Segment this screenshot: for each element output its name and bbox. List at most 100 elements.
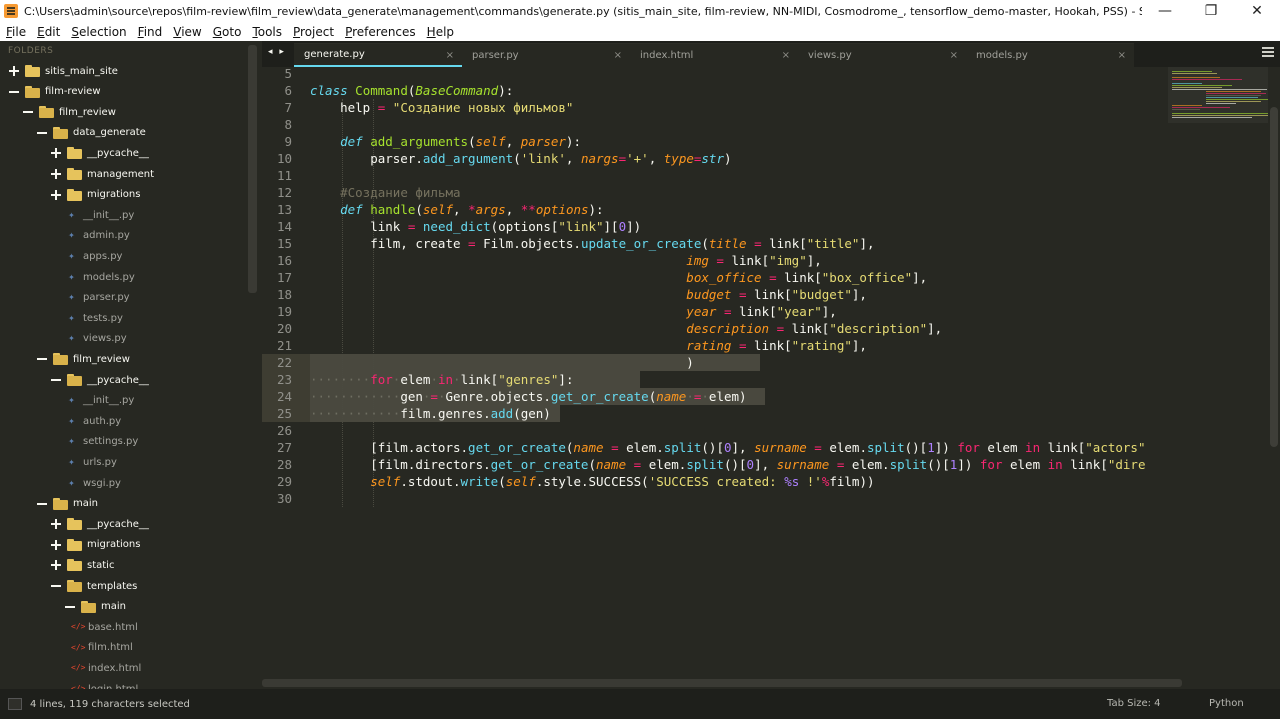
maximize-button[interactable]: ❐: [1188, 0, 1234, 22]
menu-bar: File Edit Selection Find View Goto Tools…: [0, 22, 1280, 41]
expand-icon[interactable]: [51, 189, 61, 200]
menu-view[interactable]: View: [173, 25, 201, 39]
expand-icon[interactable]: [9, 66, 19, 76]
file-item[interactable]: </> login.html: [71, 679, 138, 690]
panel-toggle-icon[interactable]: [8, 698, 22, 710]
menu-project[interactable]: Project: [293, 25, 334, 39]
menu-preferences[interactable]: Preferences: [345, 25, 416, 39]
line-number: 9: [284, 134, 292, 149]
tab-index-html[interactable]: index.html ×: [630, 43, 798, 67]
file-item[interactable]: apps.py: [67, 246, 122, 266]
collapse-icon[interactable]: [9, 87, 19, 97]
close-button[interactable]: ✕: [1234, 0, 1280, 22]
menu-find[interactable]: Find: [138, 25, 163, 39]
folder-item[interactable]: templates: [51, 576, 137, 596]
folder-item[interactable]: sitis_main_site: [9, 61, 118, 81]
file-item[interactable]: urls.py: [67, 452, 117, 472]
collapse-icon[interactable]: [37, 128, 47, 138]
minimap-line: [1172, 73, 1217, 74]
file-item[interactable]: parser.py: [67, 288, 130, 308]
minimap-line: [1206, 95, 1261, 96]
folder-item[interactable]: __pycache__: [51, 370, 149, 390]
file-item[interactable]: </> film.html: [71, 638, 133, 658]
python-file-icon: [67, 273, 76, 282]
syntax-indicator[interactable]: Python: [1209, 698, 1244, 709]
code-editor[interactable]: 5 6 class Command(BaseCommand): 7 help = "С…: [262, 67, 1168, 689]
folder-item[interactable]: film-review: [9, 82, 101, 102]
file-item[interactable]: tests.py: [67, 308, 123, 328]
file-item[interactable]: settings.py: [67, 432, 138, 452]
menu-edit[interactable]: Edit: [37, 25, 60, 39]
close-icon[interactable]: ×: [950, 50, 958, 61]
folder-open-icon: [53, 353, 68, 366]
tree-item-label: migrations: [87, 189, 141, 201]
folder-item[interactable]: main: [37, 494, 98, 514]
menu-selection[interactable]: Selection: [71, 25, 126, 39]
close-icon[interactable]: ×: [1118, 50, 1126, 61]
selection-status: 4 lines, 119 characters selected: [30, 698, 190, 710]
collapse-icon[interactable]: [51, 375, 61, 385]
code-line: [film.actors.get_or_create(name = elem.s…: [310, 440, 1146, 455]
expand-icon[interactable]: [51, 539, 61, 550]
tab-generate-py[interactable]: generate.py ×: [294, 43, 462, 67]
collapse-icon[interactable]: [65, 602, 75, 612]
folder-item[interactable]: __pycache__: [51, 514, 149, 534]
file-item[interactable]: __init__.py: [67, 205, 134, 225]
folder-icon: [67, 538, 82, 551]
collapse-icon[interactable]: [37, 354, 47, 364]
line-number: 24: [276, 389, 292, 404]
menu-file[interactable]: File: [6, 25, 26, 39]
tree-item-label: sitis_main_site: [45, 65, 118, 77]
folder-item[interactable]: static: [51, 555, 114, 575]
expand-icon[interactable]: [51, 519, 61, 530]
minimap-line: [1206, 93, 1266, 94]
minimap[interactable]: [1168, 67, 1268, 689]
menu-help[interactable]: Help: [427, 25, 454, 39]
file-item[interactable]: __init__.py: [67, 391, 134, 411]
vertical-scroll-thumb[interactable]: [1270, 107, 1278, 447]
minimize-button[interactable]: —: [1142, 0, 1188, 22]
tree-item-label: base.html: [88, 621, 138, 633]
close-icon[interactable]: ×: [782, 50, 790, 61]
hamburger-menu-icon[interactable]: [1262, 47, 1274, 59]
folder-item[interactable]: data_generate: [37, 123, 146, 143]
expand-icon[interactable]: [51, 169, 61, 179]
folder-item[interactable]: film_review: [37, 349, 130, 369]
file-item[interactable]: auth.py: [67, 411, 121, 431]
minimap-line: [1172, 109, 1200, 110]
tab-models-py[interactable]: models.py ×: [966, 43, 1134, 67]
menu-tools[interactable]: Tools: [252, 25, 282, 39]
file-item[interactable]: views.py: [67, 329, 127, 349]
folder-item[interactable]: main: [65, 597, 126, 617]
expand-icon[interactable]: [51, 560, 61, 571]
collapse-icon[interactable]: [37, 499, 47, 509]
horizontal-scrollbar[interactable]: [262, 679, 1182, 687]
collapse-icon[interactable]: [23, 107, 33, 117]
close-icon[interactable]: ×: [614, 50, 622, 61]
folder-item[interactable]: __pycache__: [51, 143, 149, 163]
file-item[interactable]: </> base.html: [71, 617, 138, 637]
file-item[interactable]: </> index.html: [71, 658, 141, 678]
tab-parser-py[interactable]: parser.py ×: [462, 43, 630, 67]
file-item[interactable]: wsgi.py: [67, 473, 121, 493]
tree-item-label: urls.py: [83, 456, 117, 468]
tab-nav-arrows[interactable]: ◂ ▸: [268, 47, 286, 57]
tab-label: generate.py: [304, 49, 365, 60]
minimap-line: [1206, 103, 1236, 104]
sidebar-scrollbar[interactable]: [248, 45, 257, 293]
folder-item[interactable]: migrations: [51, 185, 140, 205]
folder-item[interactable]: management: [51, 164, 154, 184]
expand-icon[interactable]: [51, 148, 61, 159]
tab-label: index.html: [640, 50, 694, 61]
folders-header: FOLDERS: [8, 46, 54, 56]
folder-item[interactable]: migrations: [51, 535, 140, 555]
close-icon[interactable]: ×: [446, 50, 454, 61]
vertical-scrollbar[interactable]: [1268, 67, 1280, 689]
tab-views-py[interactable]: views.py ×: [798, 43, 966, 67]
collapse-icon[interactable]: [51, 581, 61, 591]
tab-size-indicator[interactable]: Tab Size: 4: [1107, 698, 1161, 709]
folder-item[interactable]: film_review: [23, 102, 116, 122]
file-item[interactable]: admin.py: [67, 226, 130, 246]
file-item[interactable]: models.py: [67, 267, 135, 287]
menu-goto[interactable]: Goto: [213, 25, 242, 39]
